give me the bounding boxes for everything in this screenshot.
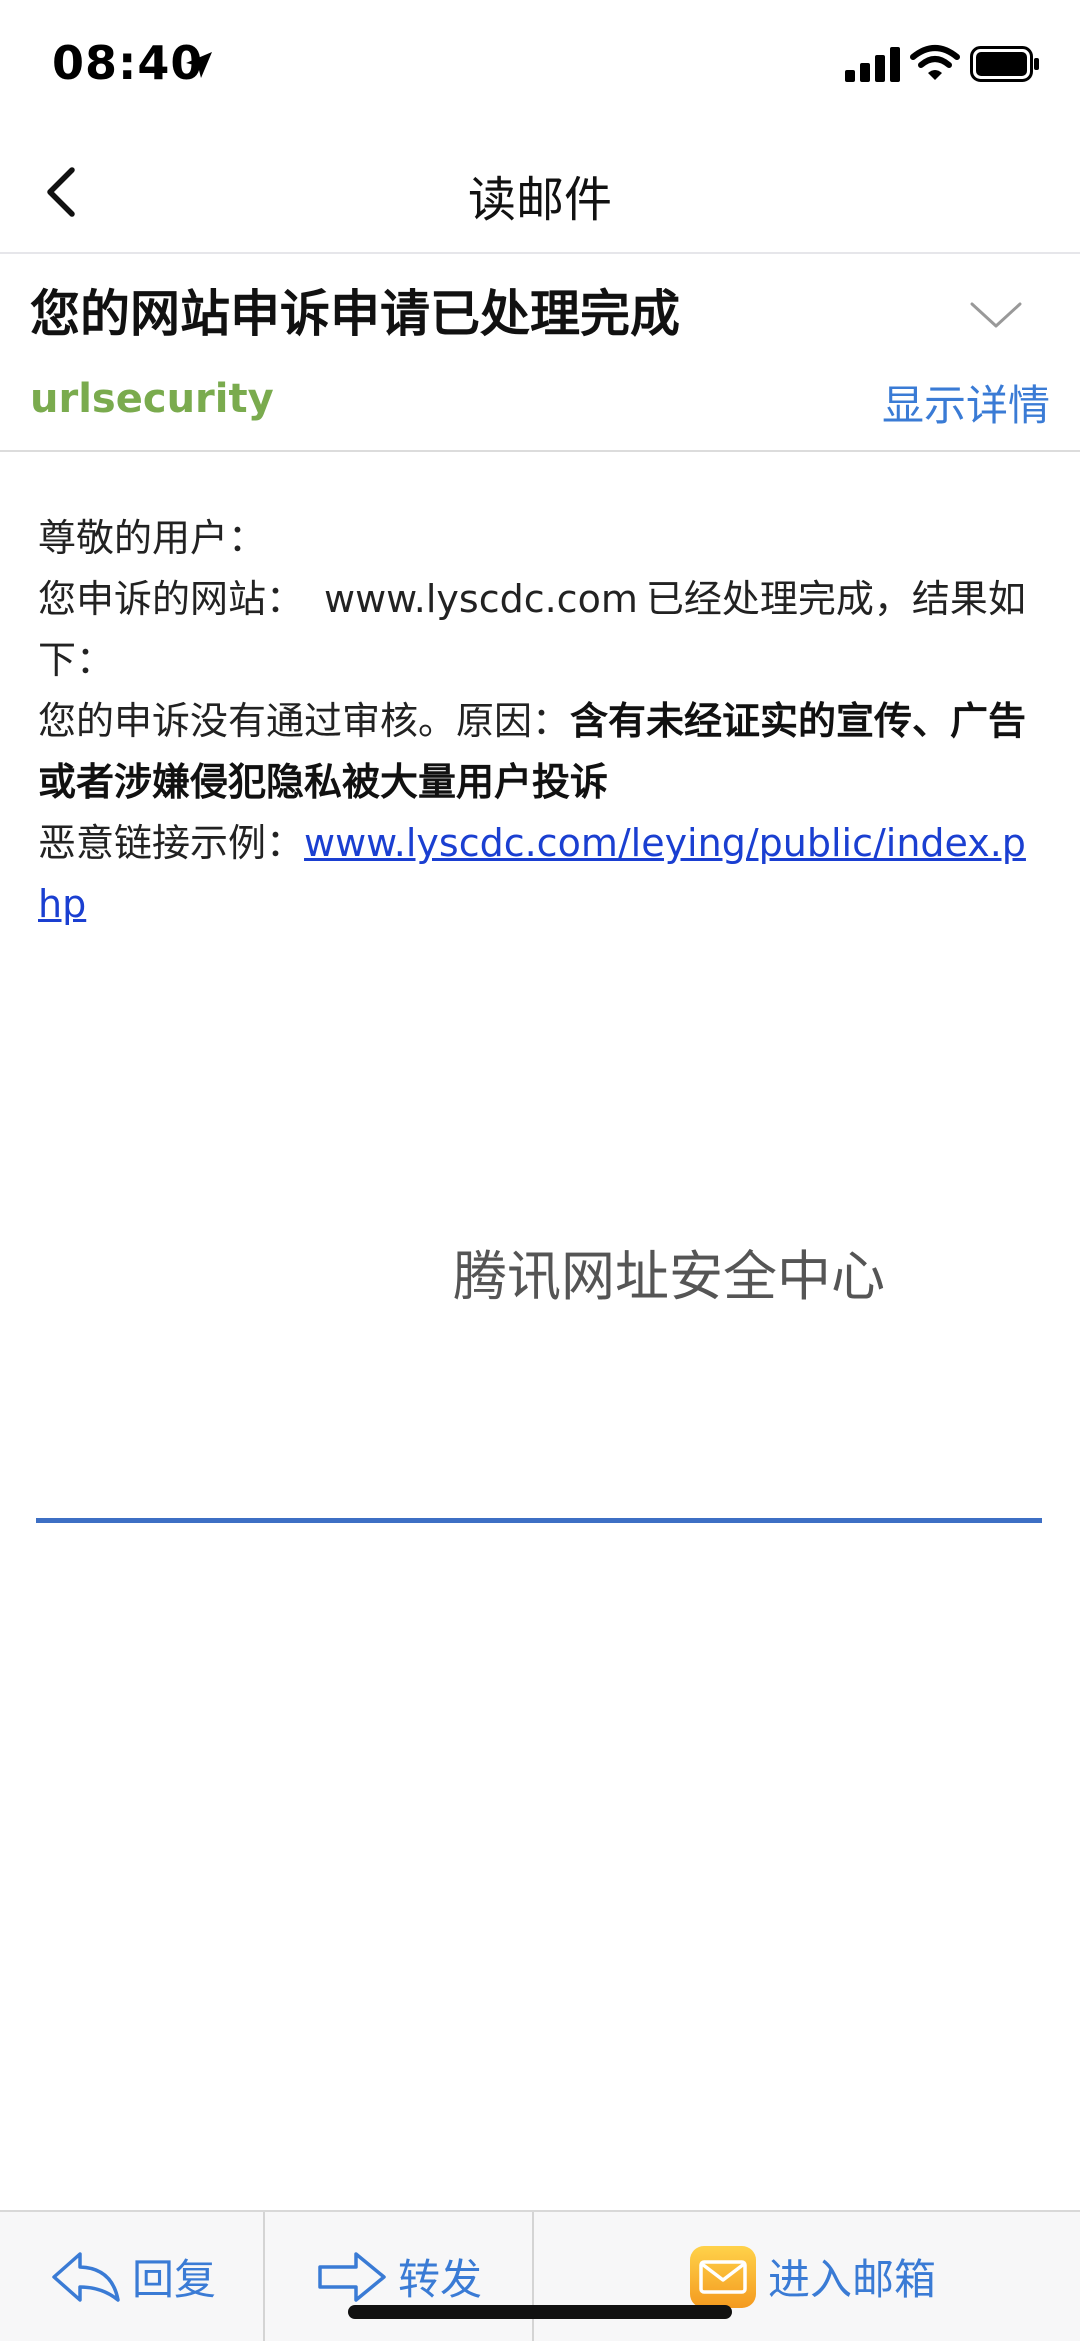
greeting-line: 尊敬的用户： bbox=[38, 516, 267, 560]
home-indicator bbox=[348, 2305, 732, 2319]
mail-envelope-icon bbox=[690, 2245, 756, 2308]
mail-body: 尊敬的用户： 您申诉的网站： www.lyscdc.com 已经处理完成，结果如下：… bbox=[38, 508, 1048, 935]
signature-divider bbox=[36, 1518, 1042, 1523]
wifi-icon bbox=[910, 45, 960, 80]
forward-button[interactable]: 转发 bbox=[316, 2212, 482, 2341]
show-details-link[interactable]: 显示详情 bbox=[882, 372, 1050, 433]
forward-label: 转发 bbox=[398, 2255, 483, 2304]
bottom-toolbar: 回复 转发 进入邮箱 bbox=[0, 2210, 1080, 2341]
go-to-inbox-button[interactable]: 进入邮箱 bbox=[688, 2212, 936, 2341]
mail-sender[interactable]: urlsecurity bbox=[30, 376, 274, 422]
toolbar-separator bbox=[263, 2212, 265, 2341]
battery-icon bbox=[970, 46, 1039, 82]
status-time: 08:40 bbox=[52, 36, 204, 90]
nav-bar: 读邮件 bbox=[0, 130, 1080, 254]
chevron-down-icon[interactable] bbox=[968, 298, 1024, 332]
reply-arrow-icon bbox=[52, 2251, 120, 2302]
page-title: 读邮件 bbox=[467, 172, 612, 228]
mail-header: 您的网站申诉申请已处理完成 urlsecurity 显示详情 bbox=[0, 254, 1080, 452]
reason-line: 您的申诉没有通过审核。原因：含有未经证实的宣传、广告或者涉嫌侵犯隐私被大量用户投… bbox=[38, 691, 1048, 813]
reply-label: 回复 bbox=[132, 2255, 217, 2304]
cellular-signal-icon bbox=[845, 47, 900, 82]
forward-arrow-icon bbox=[318, 2251, 386, 2302]
reason-prefix: 您的申诉没有通过审核。原因： bbox=[38, 699, 571, 743]
result-prefix: 您申诉的网站： bbox=[38, 577, 305, 621]
signature-org: 腾讯网址安全中心 bbox=[453, 1245, 885, 1308]
reply-button[interactable]: 回复 bbox=[50, 2212, 216, 2341]
example-line: 恶意链接示例：www.lyscdc.com/leying/public/inde… bbox=[38, 813, 1048, 935]
go-to-inbox-label: 进入邮箱 bbox=[768, 2255, 937, 2304]
site-url: www.lyscdc.com bbox=[324, 577, 638, 621]
toolbar-separator bbox=[532, 2212, 534, 2341]
example-prefix: 恶意链接示例： bbox=[38, 821, 305, 865]
result-line: 您申诉的网站： www.lyscdc.com 已经处理完成，结果如下： bbox=[38, 569, 1048, 691]
location-arrow-icon bbox=[186, 52, 212, 78]
status-bar: 08:40 bbox=[0, 0, 1080, 130]
mail-subject: 您的网站申诉申请已处理完成 bbox=[30, 285, 680, 343]
